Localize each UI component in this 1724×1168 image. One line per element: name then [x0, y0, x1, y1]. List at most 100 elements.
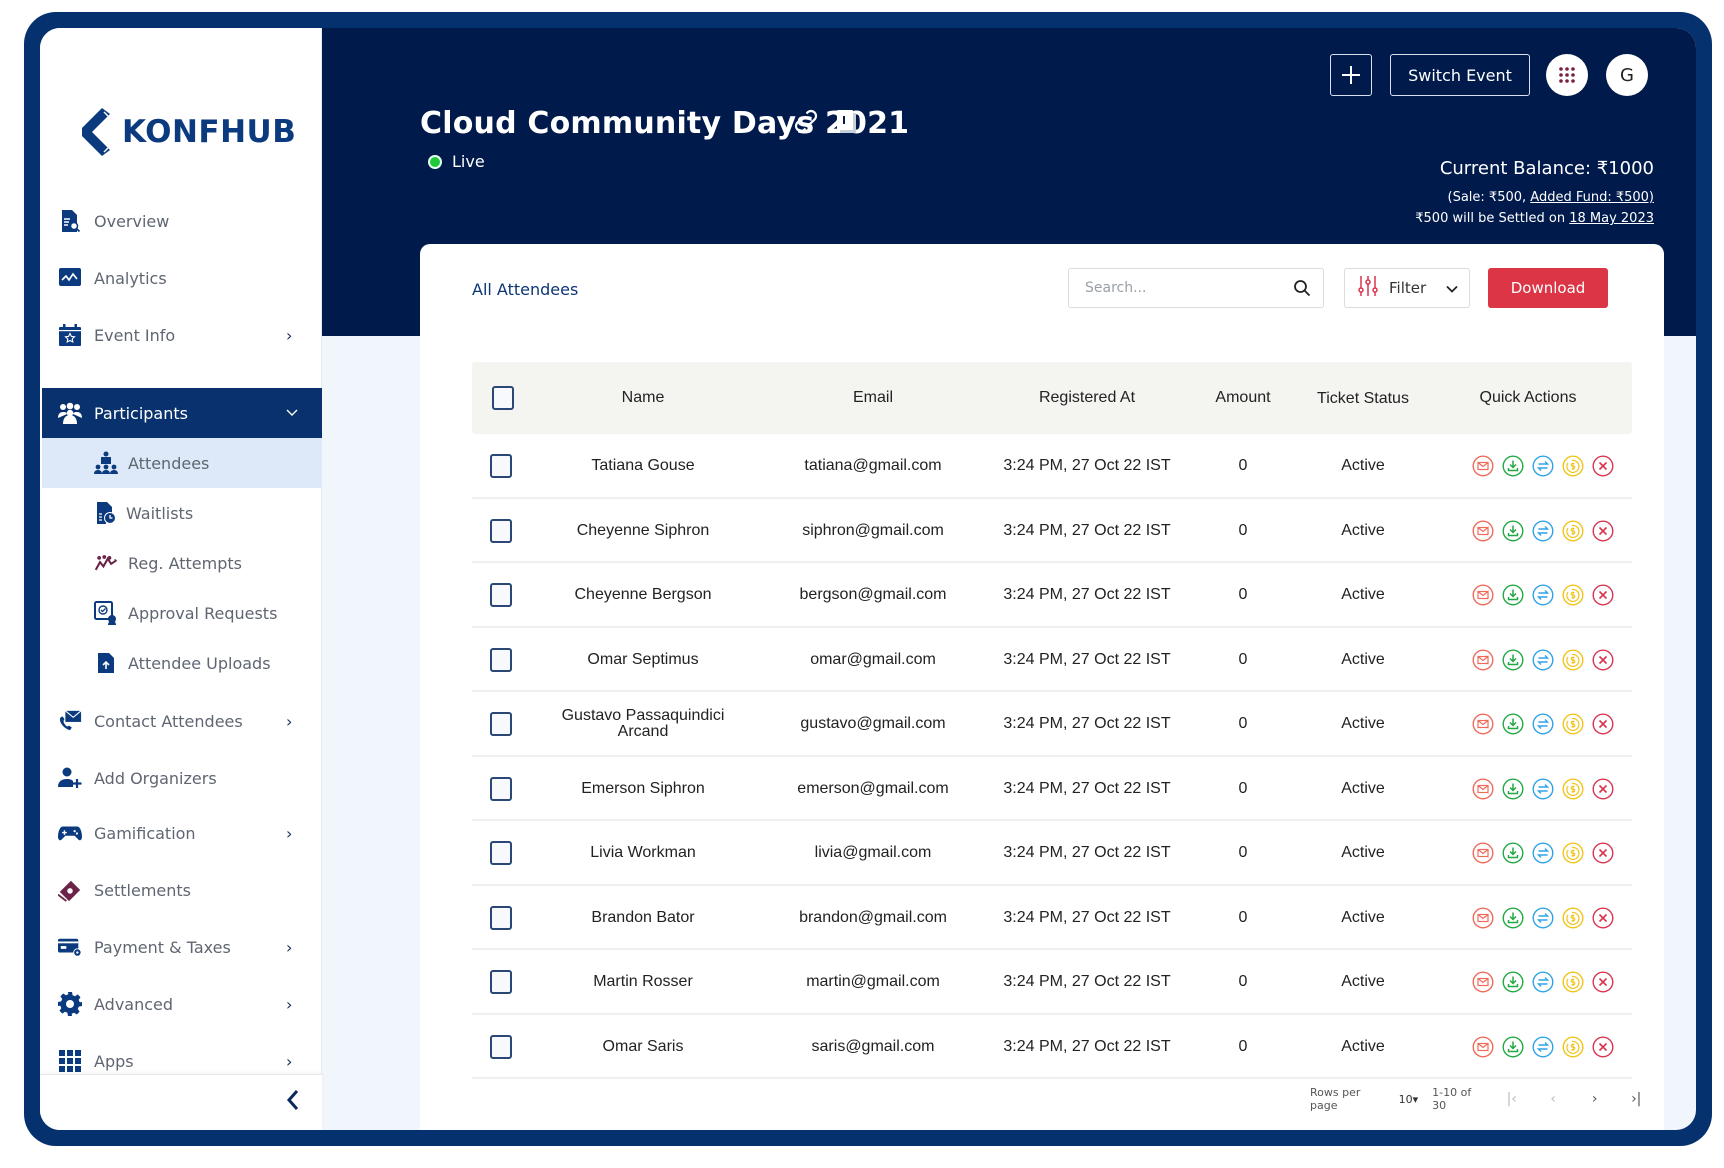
transfer-ticket-icon[interactable] — [1532, 971, 1554, 993]
refund-icon[interactable] — [1562, 777, 1584, 800]
cancel-ticket-icon[interactable] — [1592, 1035, 1614, 1058]
sidebar-item-overview[interactable]: Overview — [42, 196, 322, 246]
sidebar-subitem-reg-attempts[interactable]: Reg. Attempts — [42, 538, 322, 588]
cancel-ticket-icon[interactable] — [1592, 842, 1614, 864]
row-checkbox[interactable] — [490, 647, 512, 672]
transfer-ticket-icon[interactable] — [1532, 519, 1554, 542]
refund-icon[interactable] — [1562, 584, 1584, 606]
refund-icon[interactable] — [1562, 1035, 1584, 1058]
send-email-icon[interactable] — [1472, 713, 1494, 735]
download-ticket-icon[interactable] — [1502, 777, 1524, 800]
transfer-ticket-icon[interactable] — [1532, 584, 1554, 606]
table-row[interactable]: Gustavo Passaquindici Arcand gustavo@gma… — [472, 692, 1632, 757]
download-ticket-icon[interactable] — [1502, 455, 1524, 477]
row-checkbox[interactable] — [490, 970, 512, 994]
sidebar-item-participants[interactable]: Participants — [42, 388, 322, 438]
send-email-icon[interactable] — [1472, 519, 1494, 542]
switch-event-button[interactable]: Switch Event — [1390, 54, 1530, 96]
added-fund-link[interactable]: Added Fund: ₹500) — [1530, 190, 1654, 205]
konfhub-logo[interactable]: KONFHUB — [80, 106, 296, 158]
column-header-ticket-status[interactable]: Ticket Status — [1317, 363, 1409, 435]
send-email-icon[interactable] — [1472, 842, 1494, 864]
table-row[interactable]: Tatiana Gouse tatiana@gmail.com 3:24 PM,… — [472, 434, 1632, 499]
download-ticket-icon[interactable] — [1502, 648, 1524, 671]
send-email-icon[interactable] — [1472, 777, 1494, 800]
sidebar-item-gamification[interactable]: Gamification › — [42, 808, 322, 858]
row-checkbox[interactable] — [490, 1034, 512, 1059]
sidebar-item-analytics[interactable]: Analytics — [42, 253, 322, 303]
refund-icon[interactable] — [1562, 713, 1584, 735]
sidebar-item-settlements[interactable]: Settlements — [42, 865, 322, 915]
table-row[interactable]: Cheyenne Siphron siphron@gmail.com 3:24 … — [472, 499, 1632, 563]
download-button[interactable]: Download — [1488, 268, 1608, 308]
download-ticket-icon[interactable] — [1502, 713, 1524, 735]
transfer-ticket-icon[interactable] — [1532, 777, 1554, 800]
sidebar-item-add-organizers[interactable]: Add Organizers — [42, 753, 322, 803]
filter-button[interactable]: Filter — [1344, 268, 1470, 308]
sidebar-subitem-attendee-uploads[interactable]: Attendee Uploads — [42, 638, 322, 688]
sidebar-item-payment-taxes[interactable]: Payment & Taxes › — [42, 922, 322, 972]
transfer-ticket-icon[interactable] — [1532, 906, 1554, 929]
sidebar-item-event-info[interactable]: Event Info › — [42, 310, 322, 360]
cancel-ticket-icon[interactable] — [1592, 971, 1614, 993]
cancel-ticket-icon[interactable] — [1592, 519, 1614, 542]
transfer-ticket-icon[interactable] — [1532, 455, 1554, 477]
table-row[interactable]: Livia Workman livia@gmail.com 3:24 PM, 2… — [472, 821, 1632, 886]
select-all-checkbox[interactable] — [492, 386, 514, 410]
sidebar-subitem-approval-requests[interactable]: Approval Requests — [42, 588, 322, 638]
table-row[interactable]: Omar Septimus omar@gmail.com 3:24 PM, 27… — [472, 628, 1632, 692]
row-checkbox[interactable] — [490, 518, 512, 543]
table-row[interactable]: Martin Rosser martin@gmail.com 3:24 PM, … — [472, 950, 1632, 1015]
transfer-ticket-icon[interactable] — [1532, 648, 1554, 671]
cancel-ticket-icon[interactable] — [1592, 455, 1614, 477]
row-checkbox[interactable] — [490, 841, 512, 865]
transfer-ticket-icon[interactable] — [1532, 842, 1554, 864]
search-icon[interactable] — [1293, 279, 1311, 301]
refund-icon[interactable] — [1562, 906, 1584, 929]
transfer-ticket-icon[interactable] — [1532, 1035, 1554, 1058]
send-email-icon[interactable] — [1472, 1035, 1494, 1058]
row-checkbox[interactable] — [490, 583, 512, 607]
previous-page-button[interactable]: ‹ — [1539, 1091, 1567, 1107]
download-ticket-icon[interactable] — [1502, 519, 1524, 542]
table-row[interactable]: Emerson Siphron emerson@gmail.com 3:24 P… — [472, 757, 1632, 821]
sidebar-item-advanced[interactable]: Advanced › — [42, 979, 322, 1029]
refund-icon[interactable] — [1562, 648, 1584, 671]
table-row[interactable]: Brandon Bator brandon@gmail.com 3:24 PM,… — [472, 886, 1632, 950]
download-ticket-icon[interactable] — [1502, 971, 1524, 993]
cancel-ticket-icon[interactable] — [1592, 584, 1614, 606]
cancel-ticket-icon[interactable] — [1592, 648, 1614, 671]
transfer-ticket-icon[interactable] — [1532, 713, 1554, 735]
first-page-button[interactable]: |‹ — [1498, 1091, 1526, 1107]
table-row[interactable]: Cheyenne Bergson bergson@gmail.com 3:24 … — [472, 563, 1632, 628]
column-header-amount[interactable]: Amount — [1215, 362, 1270, 434]
sidebar-subitem-waitlists[interactable]: Waitlists — [42, 488, 322, 538]
table-row[interactable]: Omar Saris saris@gmail.com 3:24 PM, 27 O… — [472, 1015, 1632, 1079]
user-avatar[interactable]: G — [1606, 54, 1648, 96]
download-ticket-icon[interactable] — [1502, 1035, 1524, 1058]
row-checkbox[interactable] — [490, 905, 512, 930]
cancel-ticket-icon[interactable] — [1592, 777, 1614, 800]
send-email-icon[interactable] — [1472, 584, 1494, 606]
next-page-button[interactable]: › — [1581, 1091, 1609, 1107]
sidebar-item-contact-attendees[interactable]: Contact Attendees › — [42, 696, 322, 746]
column-header-email[interactable]: Email — [853, 362, 893, 434]
download-ticket-icon[interactable] — [1502, 584, 1524, 606]
column-header-registered-at[interactable]: Registered At — [1039, 362, 1135, 434]
settlement-date-link[interactable]: 18 May 2023 — [1569, 211, 1654, 226]
copy-document-icon[interactable] — [836, 108, 858, 138]
cancel-ticket-icon[interactable] — [1592, 713, 1614, 735]
download-ticket-icon[interactable] — [1502, 906, 1524, 929]
send-email-icon[interactable] — [1472, 455, 1494, 477]
search-input[interactable] — [1085, 280, 1285, 296]
refund-icon[interactable] — [1562, 519, 1584, 542]
row-checkbox[interactable] — [490, 454, 512, 478]
apps-menu-button[interactable] — [1546, 54, 1588, 96]
send-email-icon[interactable] — [1472, 906, 1494, 929]
add-event-button[interactable] — [1330, 54, 1372, 96]
cancel-ticket-icon[interactable] — [1592, 906, 1614, 929]
column-header-name[interactable]: Name — [622, 362, 665, 434]
row-checkbox[interactable] — [490, 712, 512, 736]
download-ticket-icon[interactable] — [1502, 842, 1524, 864]
refund-icon[interactable] — [1562, 455, 1584, 477]
